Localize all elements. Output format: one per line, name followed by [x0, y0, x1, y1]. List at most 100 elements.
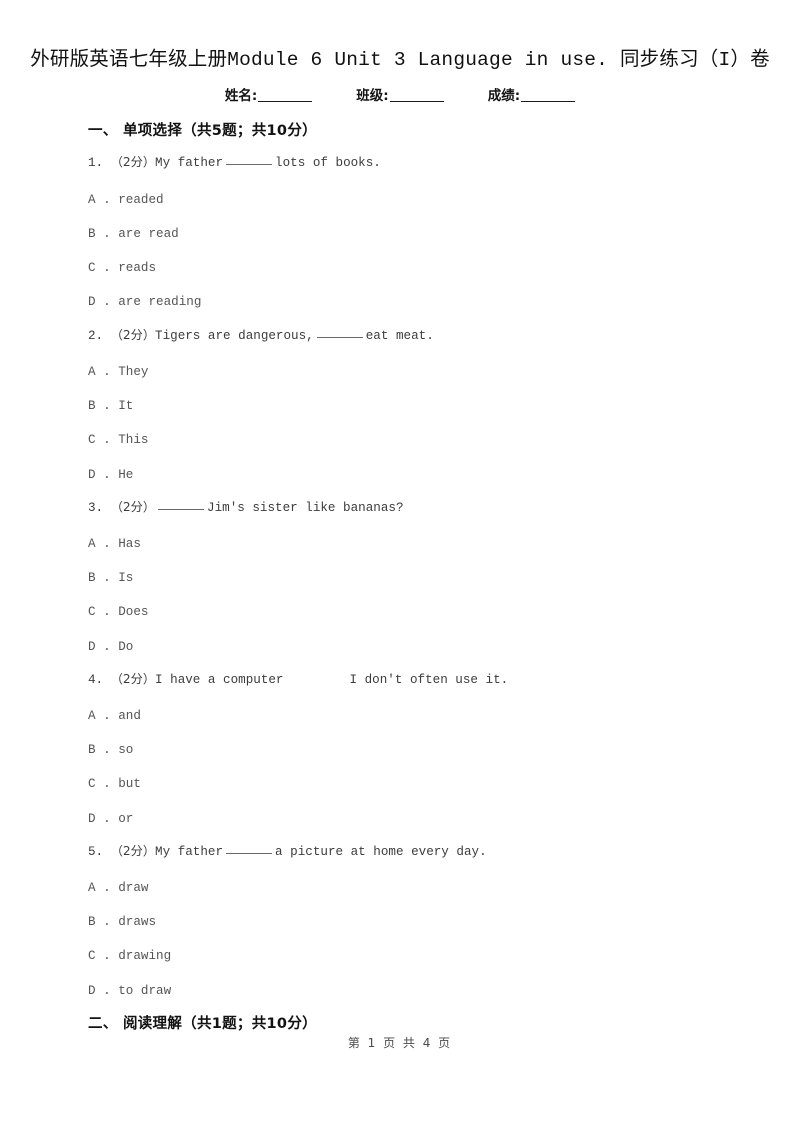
question-5-points: （2分） [110, 844, 156, 858]
option-separator: . [95, 812, 119, 826]
option-text: He [118, 468, 134, 482]
question-4-option-b[interactable]: B . so [88, 741, 133, 759]
option-separator: . [95, 949, 119, 963]
option-separator: . [95, 468, 119, 482]
question-4-text-after: I don't often use it. [349, 673, 509, 687]
option-text: drawing [118, 949, 172, 963]
question-3-blank[interactable] [158, 509, 205, 510]
option-letter: B [88, 227, 96, 241]
question-5-text-before: My father [155, 845, 224, 859]
question-3-points: （2分） [110, 500, 156, 514]
class-label: 班级: [356, 88, 389, 104]
question-3-option-a[interactable]: A . Has [88, 535, 141, 553]
option-separator: . [95, 743, 119, 757]
question-1-text-before: My father [155, 156, 224, 170]
option-text: Is [118, 571, 134, 585]
option-separator: . [95, 777, 119, 791]
option-text: draws [118, 915, 157, 929]
option-text: readed [118, 193, 164, 207]
question-4: 4. （2分）I have a computer I don't often us… [88, 670, 508, 689]
question-4-points: （2分） [110, 672, 156, 686]
option-letter: A [88, 537, 96, 551]
question-1-option-b[interactable]: B . are read [88, 225, 179, 243]
option-text: Has [118, 537, 141, 551]
score-label: 成绩: [487, 88, 521, 104]
option-text: are read [118, 227, 179, 241]
question-5-blank[interactable] [226, 853, 273, 854]
question-3-option-c[interactable]: C . Does [88, 603, 148, 621]
question-3: 3. （2分） Jim's sister like bananas? [88, 498, 404, 517]
name-label: 姓名: [224, 88, 258, 104]
option-text: draw [118, 881, 149, 895]
question-1-option-c[interactable]: C . reads [88, 259, 156, 277]
class-field[interactable]: 班级: [356, 86, 444, 106]
option-letter: C [88, 949, 96, 963]
score-blank[interactable] [521, 101, 576, 102]
option-text: It [118, 399, 134, 413]
question-5-option-d[interactable]: D . to draw [88, 982, 171, 1000]
section-heading-2: 二、 阅读理解（共1题；共10分） [88, 1016, 317, 1032]
question-3-option-b[interactable]: B . Is [88, 569, 133, 587]
question-1-option-a[interactable]: A . readed [88, 191, 164, 209]
question-3-option-d[interactable]: D . Do [88, 638, 133, 656]
option-separator: . [95, 881, 119, 895]
option-letter: C [88, 777, 96, 791]
option-letter: A [88, 881, 96, 895]
option-text: They [118, 365, 149, 379]
question-2-option-c[interactable]: C . This [88, 431, 148, 449]
question-2: 2. （2分）Tigers are dangerous, eat meat. [88, 326, 434, 345]
option-separator: . [95, 227, 119, 241]
question-5-number: 5. [88, 845, 104, 859]
option-separator: . [95, 709, 119, 723]
option-letter: B [88, 743, 96, 757]
name-field[interactable]: 姓名: [224, 86, 313, 106]
page-title: 外研版英语七年级上册Module 6 Unit 3 Language in us… [30, 49, 770, 71]
question-1: 1. （2分）My father lots of books. [88, 153, 381, 172]
option-text: reads [118, 261, 157, 275]
question-2-option-d[interactable]: D . He [88, 466, 133, 484]
question-2-number: 2. [88, 329, 104, 343]
option-letter: D [88, 812, 96, 826]
question-1-option-d[interactable]: D . are reading [88, 293, 201, 311]
option-separator: . [95, 193, 119, 207]
option-text: but [118, 777, 141, 791]
question-2-option-b[interactable]: B . It [88, 397, 133, 415]
option-text: or [118, 812, 134, 826]
option-letter: B [88, 399, 96, 413]
question-5-option-b[interactable]: B . draws [88, 913, 156, 931]
page-footer: 第 1 页 共 4 页 [347, 1036, 453, 1050]
class-blank[interactable] [389, 101, 444, 102]
question-2-text-after: eat meat. [365, 329, 434, 343]
question-5-option-a[interactable]: A . draw [88, 879, 148, 897]
option-letter: C [88, 433, 96, 447]
question-4-number: 4. [88, 673, 104, 687]
option-text: Does [118, 605, 149, 619]
question-3-number: 3. [88, 501, 104, 515]
question-4-text-before: I have a computer [155, 673, 284, 687]
option-separator: . [95, 365, 119, 379]
question-5-option-c[interactable]: C . drawing [88, 947, 171, 965]
option-separator: . [95, 295, 119, 309]
question-2-option-a[interactable]: A . They [88, 363, 148, 381]
question-1-text-after: lots of books. [275, 156, 381, 170]
option-separator: . [95, 640, 119, 654]
option-letter: D [88, 640, 96, 654]
question-4-option-d[interactable]: D . or [88, 810, 133, 828]
question-2-blank[interactable] [316, 337, 363, 338]
name-blank[interactable] [258, 101, 313, 102]
question-4-option-c[interactable]: C . but [88, 775, 141, 793]
question-5-text-after: a picture at home every day. [275, 845, 487, 859]
section-heading-1: 一、 单项选择（共5题；共10分） [88, 123, 317, 139]
option-text: Do [118, 640, 134, 654]
option-separator: . [95, 433, 119, 447]
score-field[interactable]: 成绩: [487, 86, 576, 106]
option-text: and [118, 709, 141, 723]
option-letter: A [88, 365, 96, 379]
student-info-line: 姓名: 班级: 成绩: [0, 86, 800, 106]
option-text: are reading [118, 295, 202, 309]
question-1-number: 1. [88, 156, 104, 170]
option-separator: . [95, 399, 119, 413]
question-4-option-a[interactable]: A . and [88, 707, 141, 725]
question-1-blank[interactable] [226, 164, 273, 165]
question-3-text-after: Jim's sister like bananas? [207, 501, 404, 515]
